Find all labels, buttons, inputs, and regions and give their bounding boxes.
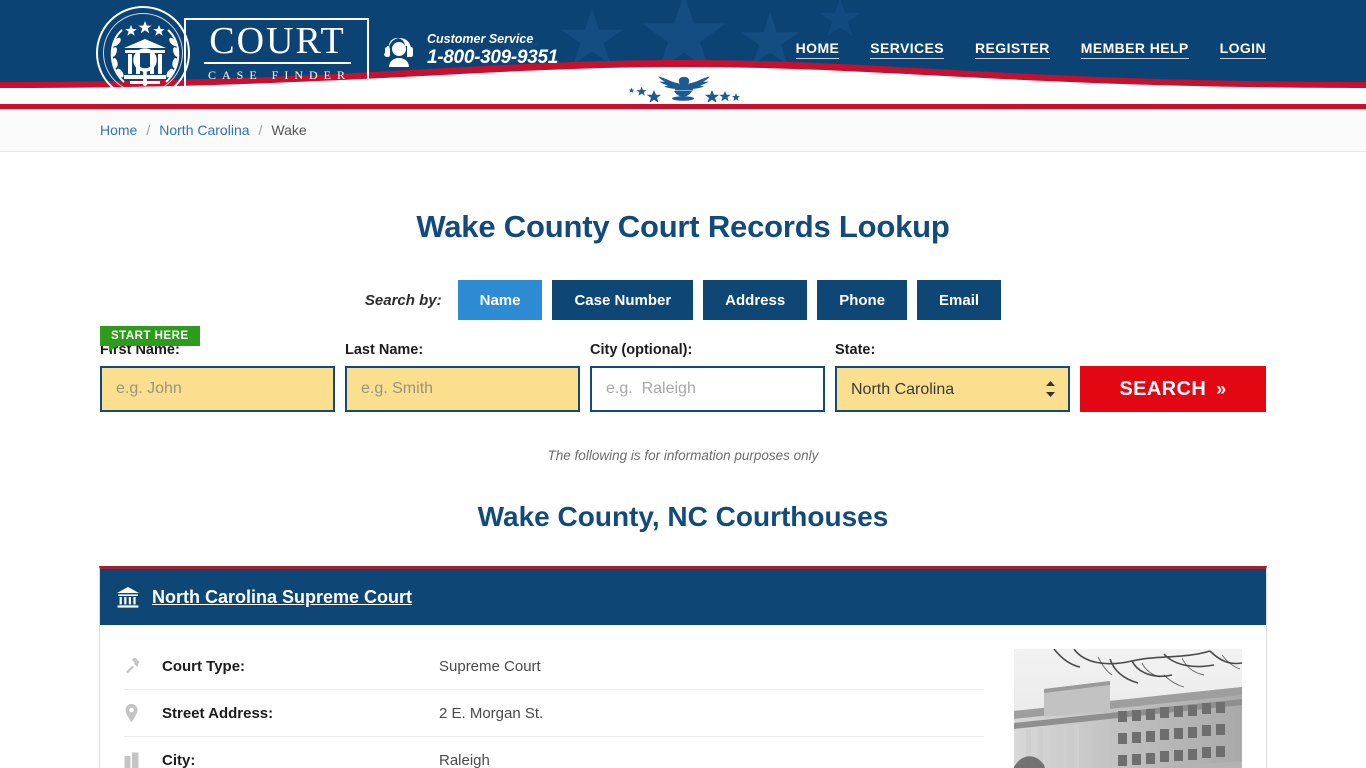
courthouse-icon [117,587,139,608]
table-row: Court Type: Supreme Court [124,643,984,690]
city-icon [124,752,162,768]
row-value: Supreme Court [439,657,541,675]
nav-item-register[interactable]: REGISTER [975,40,1050,59]
customer-service-block: Customer Service 1-800-309-9351 [383,32,558,69]
last-name-input[interactable] [345,366,580,412]
table-row: Street Address: 2 E. Morgan St. [124,690,984,737]
disclaimer-text: The following is for information purpose… [547,448,819,463]
courthouse-name-link[interactable]: North Carolina Supreme Court [152,587,412,608]
customer-service-label: Customer Service [427,32,534,46]
main-navigation: HOME SERVICES REGISTER MEMBER HELP LOGIN [795,40,1266,59]
breadcrumb-item-north-carolina[interactable]: North Carolina [159,122,249,138]
map-pin-icon [124,704,162,722]
row-label: Court Type: [162,657,246,675]
state-select[interactable]: North Carolina [835,366,1070,412]
state-label: State: [835,342,876,358]
tab-phone[interactable]: Phone [817,280,908,320]
first-name-field-group: First Name: [100,342,335,412]
row-label: City: [162,751,196,768]
logo-wordmark-sub: CASE FINDER [208,67,352,82]
court-seal-icon [96,6,190,100]
page-title: Wake County Court Records Lookup [416,209,950,244]
courthouse-card: North Carolina Supreme Court Court Type:… [99,566,1267,768]
site-header: COURT CASE FINDER Customer Service 1-800… [0,0,1366,104]
row-value: Raleigh [439,751,490,768]
state-field-group: State: North Carolina [835,342,1070,412]
search-button[interactable]: SEARCH » [1080,366,1266,412]
double-chevron-right-icon: » [1216,378,1227,399]
tab-name[interactable]: Name [457,280,543,320]
first-name-input[interactable] [100,366,335,412]
nav-item-home[interactable]: HOME [795,40,840,59]
courthouse-details-table: Court Type: Supreme Court Street Address… [124,643,1014,768]
main-content: Wake County Court Records Lookup Search … [0,152,1366,768]
tab-case-number[interactable]: Case Number [552,280,694,320]
eagle-icon [628,76,740,102]
nav-item-login[interactable]: LOGIN [1219,40,1266,59]
logo-wordmark-main: COURT [204,22,352,64]
search-by-tabs: Search by: Name Case Number Address Phon… [0,280,1366,320]
tab-email[interactable]: Email [917,280,1002,320]
search-by-label: Search by: [364,291,442,309]
site-logo[interactable]: COURT CASE FINDER [96,6,370,100]
last-name-label: Last Name: [345,342,424,358]
city-input[interactable] [590,366,825,412]
gavel-icon [124,657,162,675]
search-button-label: SEARCH [1119,377,1207,400]
breadcrumb-separator: / [146,122,151,138]
start-here-badge: START HERE [100,326,200,352]
breadcrumb-separator: / [258,122,263,138]
courthouse-card-header: North Carolina Supreme Court [100,569,1266,625]
section-title: Wake County, NC Courthouses [477,501,889,532]
courthouse-card-body: Court Type: Supreme Court Street Address… [100,625,1266,768]
logo-wordmark: COURT CASE FINDER [184,18,370,88]
row-value: 2 E. Morgan St. [439,704,544,722]
breadcrumb-item-home[interactable]: Home [100,122,137,138]
headset-support-icon [384,37,413,67]
tab-address[interactable]: Address [703,280,808,320]
table-row: City: Raleigh [124,737,984,768]
breadcrumb-item-wake: Wake [271,122,307,138]
customer-service-phone[interactable]: 1-800-309-9351 [427,47,558,69]
nav-item-member-help[interactable]: MEMBER HELP [1080,40,1189,59]
city-label: City (optional): [590,342,693,358]
search-form: START HERE First Name: Last Name: City (… [100,320,1266,412]
city-field-group: City (optional): [590,342,825,412]
breadcrumb: Home / North Carolina / Wake [0,109,1366,152]
courthouse-photo [1014,643,1242,768]
last-name-field-group: Last Name: [345,342,580,412]
nav-item-services[interactable]: SERVICES [870,40,945,59]
row-label: Street Address: [162,704,274,722]
